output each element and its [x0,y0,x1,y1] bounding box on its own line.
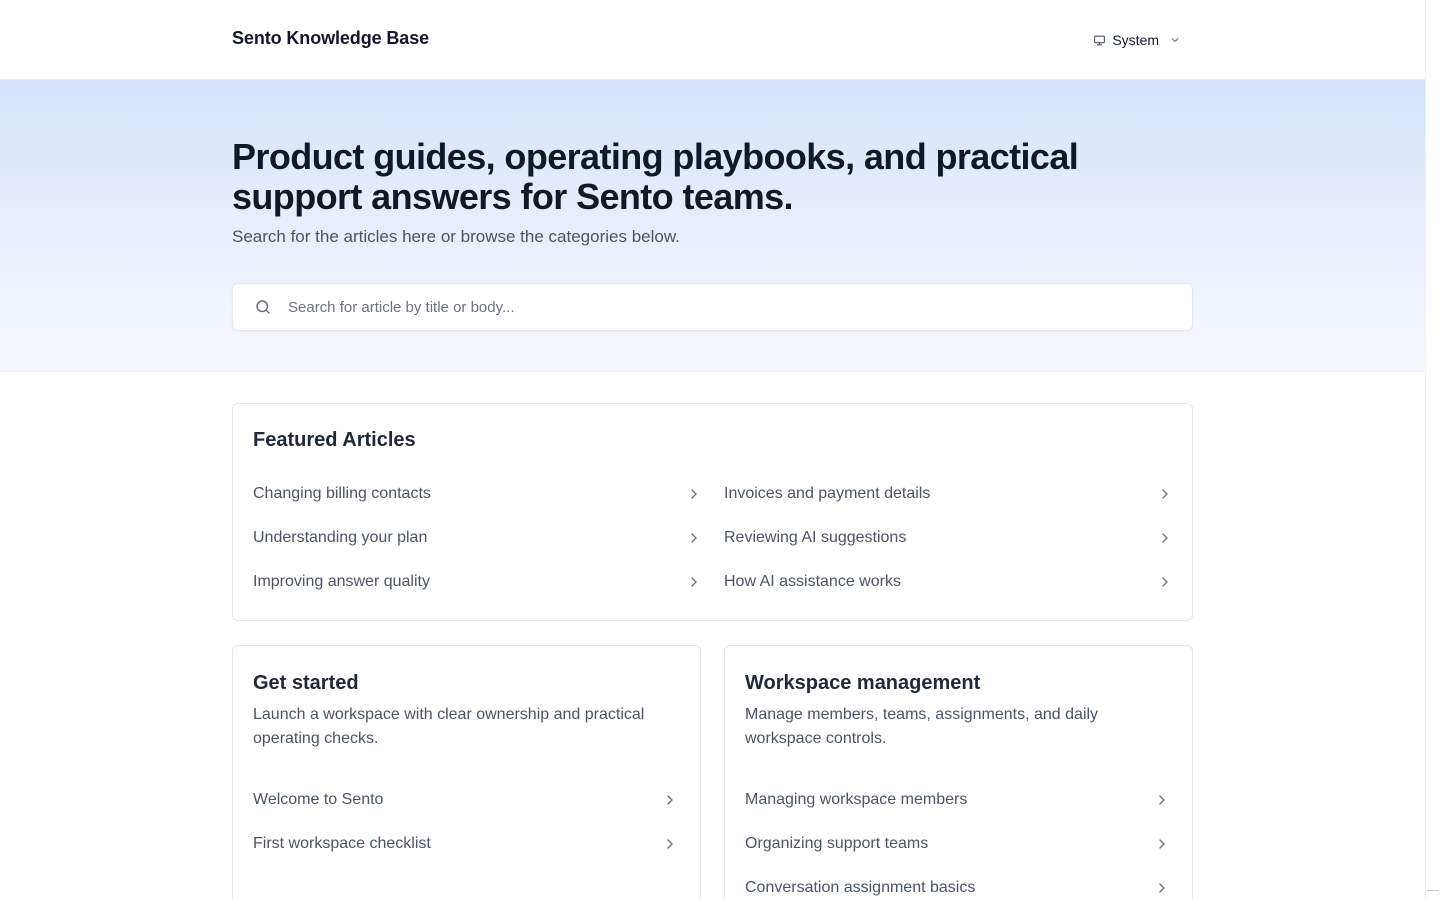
chevron-right-icon [1154,792,1170,808]
top-header: Sento Knowledge Base System [0,0,1425,80]
article-label: Reviewing AI suggestions [724,529,907,546]
category-article-link[interactable]: Organizing support teams [745,822,1172,866]
featured-heading: Featured Articles [253,429,416,451]
category-article-link[interactable]: First workspace checklist [253,822,680,866]
featured-article-link[interactable]: Changing billing contacts [253,472,704,516]
category-article-link[interactable]: Managing workspace members [745,778,1172,822]
chevron-right-icon [662,792,678,808]
featured-list-left: Changing billing contacts Understanding … [253,472,704,604]
category-article-link[interactable]: Conversation assignment basics [745,866,1172,900]
chevron-right-icon [1154,836,1170,852]
search-icon [254,298,272,316]
article-label: Welcome to Sento [253,791,384,808]
page-scrollbar[interactable] [1425,0,1440,900]
chevron-right-icon [1154,880,1170,896]
featured-article-link[interactable]: Understanding your plan [253,516,704,560]
hero-title: Product guides, operating playbooks, and… [232,136,1079,217]
hero-subtitle: Search for the articles here or browse t… [232,227,680,246]
article-label: First workspace checklist [253,835,431,852]
article-label: Invoices and payment details [724,485,931,502]
category-title[interactable]: Workspace management [745,672,980,695]
search-input[interactable] [288,284,1192,330]
article-label: How AI assistance works [724,573,901,590]
chevron-right-icon [1157,574,1173,590]
category-description: Manage members, teams, assignments, and … [745,706,1099,747]
article-label: Organizing support teams [745,835,929,852]
chevron-right-icon [686,486,702,502]
featured-article-link[interactable]: Improving answer quality [253,560,704,604]
category-article-link[interactable]: Welcome to Sento [253,778,680,822]
scrollbar-thumb[interactable] [1428,6,1438,888]
category-title[interactable]: Get started [253,672,359,695]
theme-switcher-button[interactable]: System [1089,26,1185,54]
page: Sento Knowledge Base System Product guid… [0,0,1425,900]
article-label: Improving answer quality [253,573,430,590]
category-card-get-started: Get started Launch a workspace with clea… [232,645,701,900]
featured-list-right: Invoices and payment details Reviewing A… [724,472,1175,604]
featured-articles-card: Featured Articles Changing billing conta… [232,403,1193,621]
category-description: Launch a workspace with clear ownership … [253,706,645,747]
featured-article-link[interactable]: Invoices and payment details [724,472,1175,516]
chevron-right-icon [686,574,702,590]
chevron-right-icon [686,530,702,546]
category-article-list: Welcome to Sento First workspace checkli… [253,778,680,866]
article-label: Conversation assignment basics [745,879,976,896]
scrollbar-track-mark [1427,890,1439,891]
site-title[interactable]: Sento Knowledge Base [232,28,429,49]
chevron-down-icon [1169,34,1181,46]
featured-article-link[interactable]: How AI assistance works [724,560,1175,604]
category-article-list: Managing workspace members Organizing su… [745,778,1172,900]
category-card-workspace-management: Workspace management Manage members, tea… [724,645,1193,900]
chevron-right-icon [1157,530,1173,546]
article-label: Understanding your plan [253,529,428,546]
article-label: Changing billing contacts [253,485,431,502]
hero-section: Product guides, operating playbooks, and… [0,80,1425,372]
search-box [232,283,1193,331]
theme-label: System [1112,32,1159,48]
monitor-icon [1093,34,1106,47]
chevron-right-icon [662,836,678,852]
article-label: Managing workspace members [745,791,968,808]
featured-article-link[interactable]: Reviewing AI suggestions [724,516,1175,560]
chevron-right-icon [1157,486,1173,502]
